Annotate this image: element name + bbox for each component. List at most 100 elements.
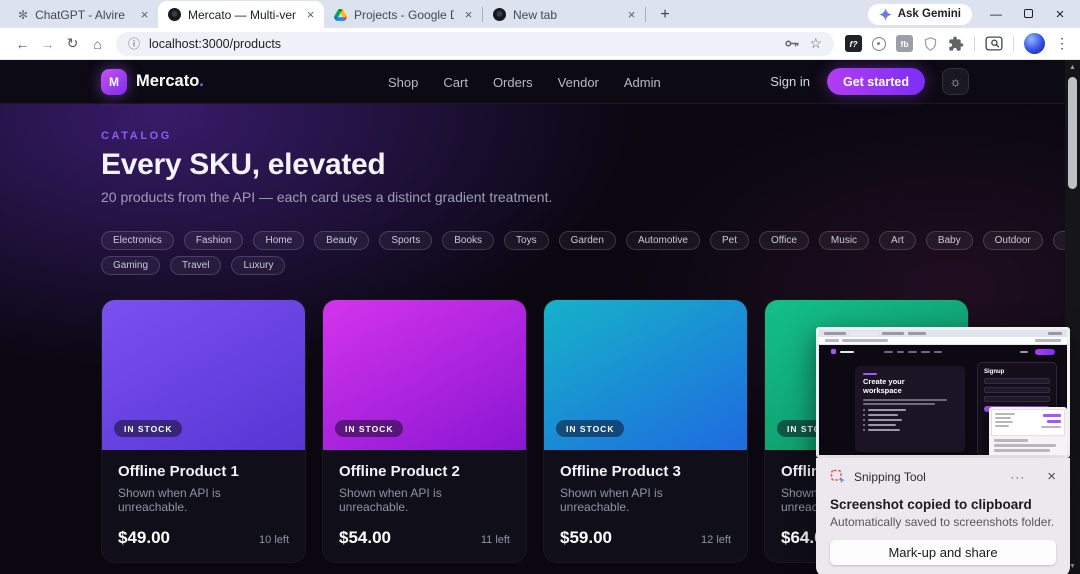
chip-baby[interactable]: Baby xyxy=(925,231,973,250)
chip-home[interactable]: Home xyxy=(253,231,305,250)
back-icon[interactable]: ← xyxy=(10,36,35,52)
mini-nested-thumbnail xyxy=(991,409,1065,436)
mark-up-and-share-button[interactable]: Mark-up and share xyxy=(830,540,1056,565)
tab-close-icon[interactable]: × xyxy=(461,7,476,22)
tab-search-icon[interactable] xyxy=(985,36,1003,51)
product-desc: Shown when API is unreachable. xyxy=(339,486,442,514)
brand-text: Mercato xyxy=(136,72,200,90)
chip-gaming[interactable]: Gaming xyxy=(101,256,161,275)
maximize-button[interactable] xyxy=(1012,7,1044,21)
mini-input xyxy=(984,378,1050,384)
product-card-1[interactable]: IN STOCK Offline Product 1 Shown when AP… xyxy=(101,299,306,563)
address-bar[interactable]: ⓘ localhost:3000/products ☆ xyxy=(116,31,834,56)
chip-luxury[interactable]: Luxury xyxy=(231,256,286,275)
product-card-3[interactable]: IN STOCK Offline Product 3 Shown when AP… xyxy=(543,299,748,563)
password-key-icon[interactable] xyxy=(783,35,800,52)
site-nav: Shop Cart Orders Vendor Admin xyxy=(388,60,661,104)
catalog-eyebrow: CATALOG xyxy=(101,130,172,142)
extension-fb-icon[interactable]: fb xyxy=(896,35,913,52)
ask-gemini-button[interactable]: Ask Gemini xyxy=(867,3,972,25)
nav-admin[interactable]: Admin xyxy=(624,75,661,90)
get-started-button[interactable]: Get started xyxy=(827,68,925,95)
chip-books[interactable]: Books xyxy=(442,231,495,250)
stock-badge: IN STOCK xyxy=(114,420,183,437)
close-window-button[interactable]: × xyxy=(1044,6,1076,23)
product-card-2[interactable]: IN STOCK Offline Product 2 Shown when AP… xyxy=(322,299,527,563)
scrollbar-thumb[interactable] xyxy=(1068,77,1077,189)
mini-feature-card: Create your workspace xyxy=(855,366,965,452)
forward-icon[interactable]: → xyxy=(35,36,60,52)
chip-art[interactable]: Art xyxy=(879,231,916,250)
toolbar-separator xyxy=(974,35,975,52)
nav-shop[interactable]: Shop xyxy=(388,75,418,90)
mini-bar xyxy=(863,399,947,401)
browser-toolbar: ← → ↻ ⌂ ⓘ localhost:3000/products ☆ f? f… xyxy=(0,28,1080,60)
scroll-up-icon[interactable]: ▲ xyxy=(1065,64,1080,71)
extensions-puzzle-icon[interactable] xyxy=(948,36,964,52)
notification-menu-icon[interactable]: ··· xyxy=(1010,470,1025,484)
tab-close-icon[interactable]: × xyxy=(624,7,639,22)
reload-icon[interactable]: ↻ xyxy=(60,35,85,52)
extension-f-icon[interactable]: f? xyxy=(845,35,862,52)
mini-input xyxy=(984,387,1050,393)
screen: ✻ ChatGPT - Alvire × Mercato — Multi-ven… xyxy=(0,0,1080,574)
mini-bar xyxy=(842,338,888,343)
tab-chatgpt[interactable]: ✻ ChatGPT - Alvire × xyxy=(8,1,158,28)
chip-outdoor[interactable]: Outdoor xyxy=(982,231,1043,250)
site-info-icon[interactable]: ⓘ xyxy=(128,35,140,52)
mini-bar xyxy=(840,350,854,353)
mini-bar xyxy=(1048,332,1062,335)
mini-input xyxy=(984,396,1050,402)
extension-circle-icon[interactable] xyxy=(872,36,886,51)
mini-header xyxy=(819,345,1067,358)
nav-cart[interactable]: Cart xyxy=(443,75,468,90)
product-desc: Shown when API is unreachable. xyxy=(118,486,221,514)
home-icon[interactable]: ⌂ xyxy=(85,36,110,52)
notification-subtitle: Automatically saved to screenshots folde… xyxy=(830,515,1055,529)
shield-icon[interactable] xyxy=(923,36,938,52)
theme-toggle-button[interactable]: ☼ xyxy=(942,68,969,95)
new-tab-button[interactable]: + xyxy=(654,6,676,24)
chip-pet[interactable]: Pet xyxy=(709,231,749,250)
notification-close-icon[interactable]: × xyxy=(1047,468,1056,485)
brand-name[interactable]: Mercato. xyxy=(136,72,204,91)
chip-music[interactable]: Music xyxy=(818,231,870,250)
mini-form-title: Signup xyxy=(984,369,1005,375)
chip-beauty[interactable]: Beauty xyxy=(314,231,370,250)
chip-garden[interactable]: Garden xyxy=(558,231,616,250)
tab-google-drive[interactable]: Projects - Google Drive × xyxy=(324,1,482,28)
thumbnail-decoration xyxy=(819,337,1067,345)
sign-in-link[interactable]: Sign in xyxy=(770,74,810,89)
chip-travel[interactable]: Travel xyxy=(170,256,222,275)
nav-orders[interactable]: Orders xyxy=(493,75,533,90)
browser-menu-icon[interactable]: ⋮ xyxy=(1055,35,1069,52)
product-name: Offline Product 3 xyxy=(560,463,681,480)
mini-bars xyxy=(991,436,1065,452)
chip-office[interactable]: Office xyxy=(758,231,809,250)
url-text: localhost:3000/products xyxy=(149,36,282,51)
chip-fashion[interactable]: Fashion xyxy=(183,231,244,250)
product-image: IN STOCK xyxy=(102,300,305,450)
minimize-button[interactable]: — xyxy=(980,7,1012,21)
mercato-logo-icon[interactable]: M xyxy=(101,68,127,95)
mini-bar xyxy=(884,350,893,353)
mini-bullets xyxy=(863,409,957,431)
mini-bar xyxy=(1035,339,1061,342)
category-chips-row-1: Electronics Fashion Home Beauty Sports B… xyxy=(101,231,1080,250)
chip-sports[interactable]: Sports xyxy=(379,231,433,250)
profile-avatar[interactable] xyxy=(1024,33,1045,54)
tab-close-icon[interactable]: × xyxy=(137,7,152,22)
nav-vendor[interactable]: Vendor xyxy=(558,75,599,90)
chip-automotive[interactable]: Automotive xyxy=(625,231,700,250)
notification-title: Screenshot copied to clipboard xyxy=(830,497,1032,512)
bookmark-star-icon[interactable]: ☆ xyxy=(809,35,822,52)
snipping-tool-notification: Create your workspace Signup Snipping To… xyxy=(816,327,1070,574)
tab-new-tab[interactable]: New tab × xyxy=(483,1,645,28)
mini-nested-notification xyxy=(989,407,1067,455)
chip-toys[interactable]: Toys xyxy=(504,231,549,250)
screenshot-preview-thumbnail[interactable]: Create your workspace Signup xyxy=(816,327,1070,458)
tab-mercato-active[interactable]: Mercato — Multi-vendor comm × xyxy=(158,1,324,28)
tab-close-icon[interactable]: × xyxy=(303,7,318,22)
chip-electronics[interactable]: Electronics xyxy=(101,231,174,250)
browser-tab-strip: ✻ ChatGPT - Alvire × Mercato — Multi-ven… xyxy=(0,0,1080,28)
